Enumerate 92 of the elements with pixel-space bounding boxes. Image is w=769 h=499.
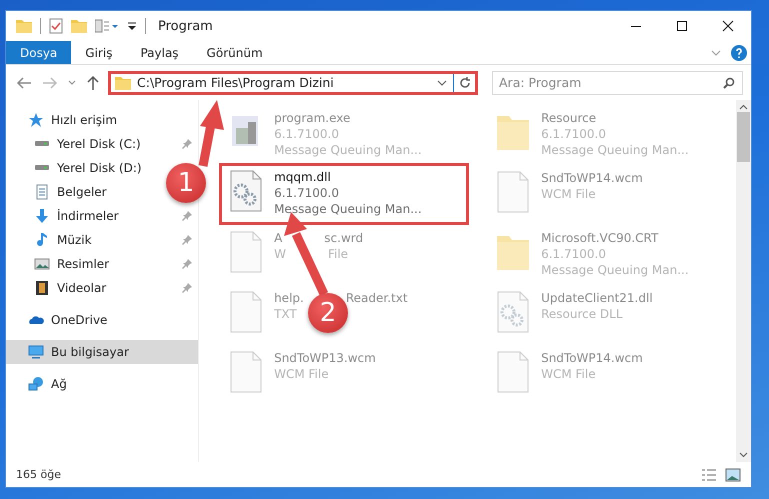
pin-icon[interactable] bbox=[182, 283, 192, 293]
refresh-icon bbox=[458, 76, 470, 88]
star-icon bbox=[28, 112, 44, 128]
sidebar-item[interactable]: Müzik bbox=[6, 228, 198, 252]
monitor-icon bbox=[28, 344, 44, 360]
file-detail: Message Queuing Man... bbox=[274, 201, 422, 217]
chevron-down-icon bbox=[68, 80, 76, 86]
file-detail: 6.1.7100.0 bbox=[541, 246, 606, 262]
file-detail: WCM File bbox=[541, 366, 596, 382]
scrollbar[interactable] bbox=[736, 100, 751, 462]
sidebar-item[interactable]: Ağ bbox=[6, 372, 73, 396]
file-detail: WCM File bbox=[541, 186, 596, 202]
file-icon bbox=[495, 170, 532, 214]
back-arrow-icon bbox=[16, 76, 32, 90]
new-folder-icon bbox=[71, 19, 87, 33]
help-icon[interactable] bbox=[731, 44, 747, 60]
file-name: SndToWP13.wcm bbox=[274, 350, 376, 366]
gear-file-icon bbox=[495, 290, 532, 334]
file-detail: 6.1.7100.0 bbox=[274, 185, 339, 201]
file-detail: TXT bbox=[274, 306, 297, 322]
view-options-icon[interactable] bbox=[95, 19, 119, 33]
file-icon bbox=[228, 290, 264, 334]
maximize-icon bbox=[677, 21, 687, 31]
file-name: UpdateClient21.dll bbox=[541, 290, 653, 306]
file-name: SndToWP14.wcm bbox=[541, 170, 643, 186]
file-detail: 6.1.7100.0 bbox=[274, 126, 339, 142]
folder-icon bbox=[16, 19, 32, 33]
address-field[interactable]: C:\Program Files\Program Dizini bbox=[108, 70, 478, 94]
large-icons-view-icon[interactable] bbox=[725, 468, 741, 482]
file-name: SndToWP14.wcm bbox=[541, 350, 643, 366]
pin-icon[interactable] bbox=[182, 235, 192, 245]
forward-arrow-icon bbox=[42, 76, 58, 90]
file-icon bbox=[228, 230, 264, 274]
chevron-down-icon[interactable] bbox=[739, 452, 748, 458]
file-detail: Message Queuing Man... bbox=[274, 142, 422, 158]
up-arrow-icon bbox=[86, 74, 100, 90]
close-icon bbox=[722, 20, 734, 32]
chevron-down-icon[interactable] bbox=[437, 80, 447, 86]
folder-icon bbox=[115, 76, 131, 90]
sidebar-item[interactable]: Resimler bbox=[6, 252, 198, 276]
recent-locations-button[interactable] bbox=[66, 78, 78, 88]
properties-icon[interactable] bbox=[49, 18, 63, 34]
pin-icon[interactable] bbox=[182, 211, 192, 221]
music-note-icon bbox=[34, 232, 50, 248]
ribbon-tab[interactable]: Giriş bbox=[71, 41, 126, 64]
pin-icon[interactable] bbox=[182, 259, 192, 269]
details-view-icon[interactable] bbox=[701, 468, 717, 482]
sidebar-item[interactable]: OneDrive bbox=[6, 308, 114, 332]
sidebar-item[interactable]: Videolar bbox=[6, 276, 198, 300]
file-detail: WCM File bbox=[274, 366, 329, 382]
customize-arrow-icon[interactable] bbox=[127, 21, 137, 31]
window-title: Program bbox=[158, 18, 213, 34]
sidebar-item[interactable]: Hızlı erişim bbox=[6, 108, 124, 132]
chevron-up-icon[interactable] bbox=[739, 104, 748, 110]
drive-icon bbox=[34, 165, 50, 171]
sidebar-item[interactable]: Belgeler bbox=[6, 180, 113, 204]
annotation-arrow bbox=[198, 100, 224, 167]
scrollbar-thumb[interactable] bbox=[737, 112, 750, 162]
file-detail: Message Queuing Man... bbox=[541, 142, 689, 158]
file-name: Resource bbox=[541, 110, 596, 126]
sidebar-item[interactable]: Yerel Disk (C:) bbox=[6, 132, 198, 156]
picture-icon bbox=[34, 256, 50, 272]
document-icon bbox=[34, 184, 50, 200]
sidebar-item[interactable]: Yerel Disk (D:) bbox=[6, 156, 148, 180]
file-name: A bbox=[274, 230, 282, 246]
network-icon bbox=[28, 376, 44, 392]
file-icon bbox=[495, 350, 532, 394]
drive-icon bbox=[34, 141, 50, 147]
file-name: program.exe bbox=[274, 110, 350, 126]
file-detail: File bbox=[328, 246, 348, 262]
pin-icon[interactable] bbox=[182, 139, 192, 149]
search-icon bbox=[723, 76, 735, 88]
file-name: mqqm.dll bbox=[274, 169, 331, 185]
file-name: sc.wrd bbox=[324, 230, 364, 246]
ribbon-tab[interactable]: Dosya bbox=[6, 41, 72, 64]
download-icon bbox=[34, 208, 50, 224]
file-detail: 6.1.7100.0 bbox=[541, 126, 606, 142]
file-name: help. bbox=[274, 290, 304, 306]
file-detail: W bbox=[274, 246, 286, 262]
ribbon-tab[interactable]: Görünüm bbox=[192, 41, 277, 64]
ribbon-tab[interactable]: Paylaş bbox=[126, 41, 193, 64]
file-name: Reader.txt bbox=[346, 290, 408, 306]
sidebar-item[interactable]: Bu bilgisayar bbox=[6, 340, 198, 364]
file-name: Microsoft.VC90.CRT bbox=[541, 230, 658, 246]
item-count: 165 öğe bbox=[16, 468, 61, 481]
file-icon bbox=[228, 350, 264, 394]
gear-file-icon bbox=[228, 169, 264, 213]
search-field[interactable]: Ara: Program bbox=[492, 70, 743, 94]
file-detail: Resource DLL bbox=[541, 306, 623, 322]
file-detail: Message Queuing Man... bbox=[541, 262, 689, 278]
film-icon bbox=[34, 280, 50, 296]
sidebar-item[interactable]: İndirmeler bbox=[6, 204, 198, 228]
